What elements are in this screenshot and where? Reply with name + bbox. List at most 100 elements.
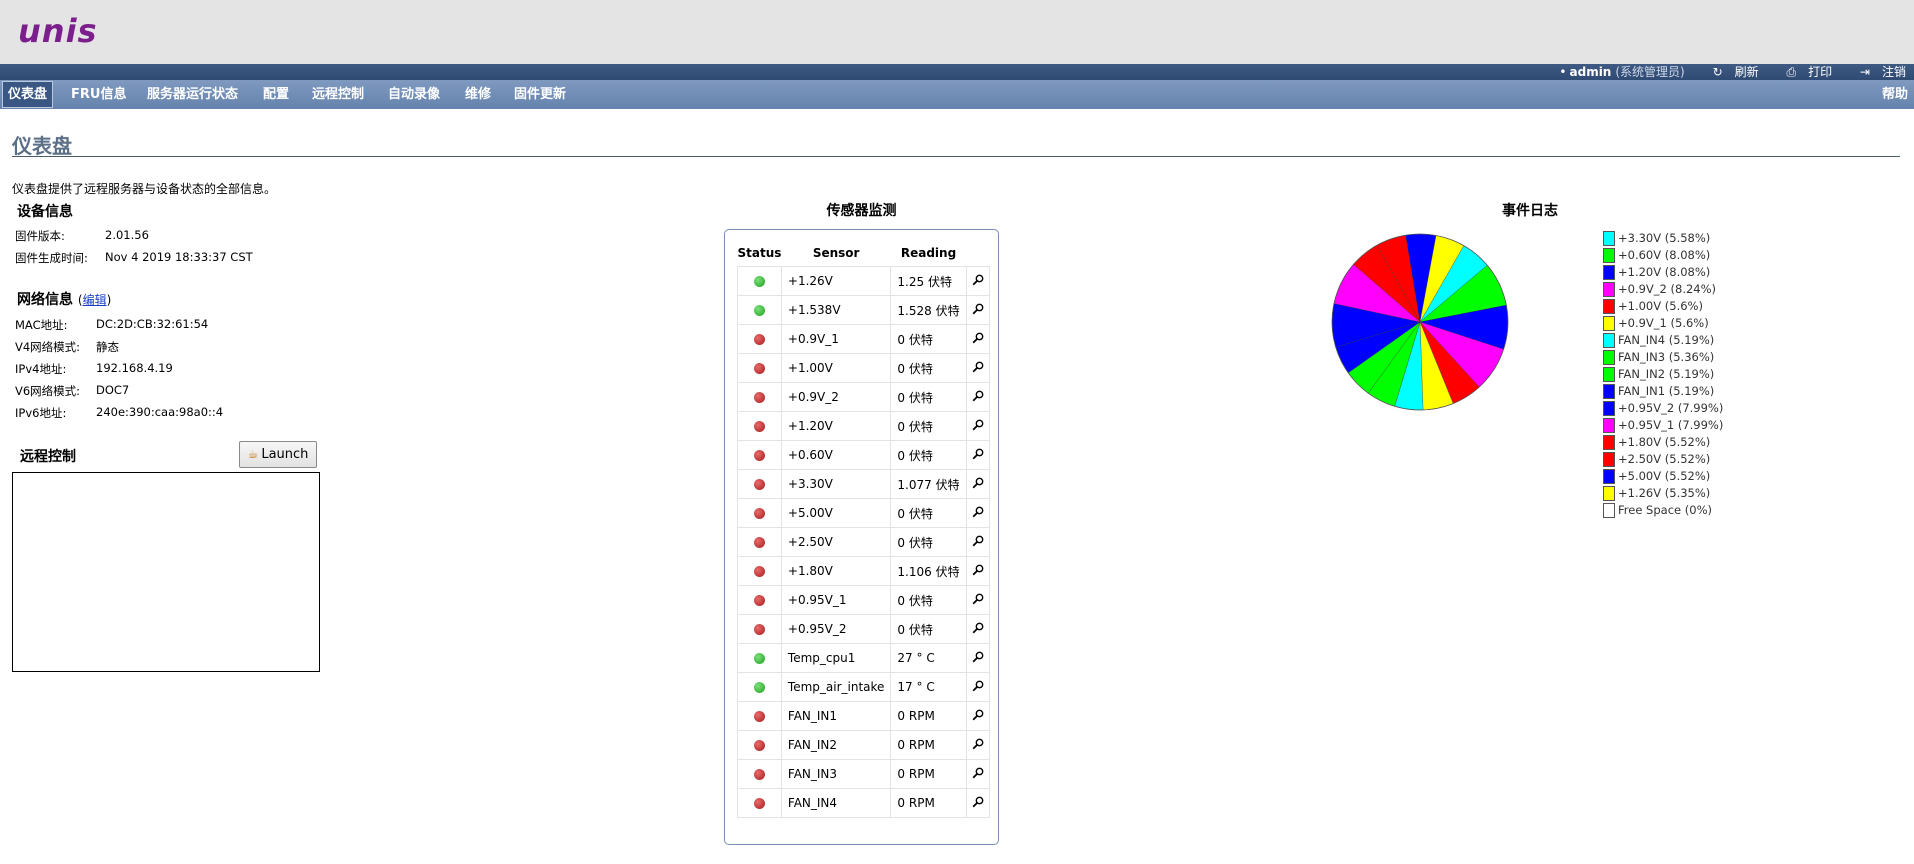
help-link[interactable]: 帮助 <box>1882 80 1908 109</box>
magnifier-icon <box>972 593 983 604</box>
refresh-icon: ↻ <box>1712 65 1723 79</box>
device-info-heading: 设备信息 <box>17 204 73 220</box>
status-error-icon <box>753 537 765 548</box>
sensor-row: FAN_IN1 0 RPM <box>737 701 990 731</box>
sensor-reading: 0 伏特 <box>890 324 967 354</box>
sensor-row: +1.00V 0 伏特 <box>737 353 990 383</box>
legend-item: +3.30V (5.58%) <box>1603 230 1723 247</box>
legend-label: FAN_IN1 (5.19%) <box>1618 384 1715 398</box>
sensor-row: FAN_IN2 0 RPM <box>737 730 990 760</box>
magnifier-icon <box>972 709 983 720</box>
menu-server-status[interactable]: 服务器运行状态 <box>147 80 238 109</box>
sensor-details-button[interactable] <box>965 788 990 818</box>
sensor-details-button[interactable] <box>965 469 990 499</box>
status-error-icon <box>753 711 765 722</box>
legend-label: FAN_IN2 (5.19%) <box>1618 367 1715 381</box>
sensor-name: +0.95V_1 <box>780 585 892 615</box>
sensor-reading: 0 RPM <box>890 701 967 731</box>
status-error-icon <box>753 508 765 519</box>
network-info-heading: 网络信息 (编辑) <box>17 292 112 308</box>
network-edit-link[interactable]: 编辑 <box>83 293 107 307</box>
sensor-details-button[interactable] <box>965 295 990 325</box>
legend-swatch <box>1603 435 1615 450</box>
sensor-panel: Status Sensor Reading +1.26V 1.25 伏特 +1.53… <box>724 229 999 845</box>
sensor-details-button[interactable] <box>965 643 990 673</box>
sensor-details-button[interactable] <box>965 411 990 441</box>
status-cell <box>737 672 782 702</box>
fw-build-label: 固件生成时间: <box>15 251 88 265</box>
magnifier-icon <box>972 796 983 807</box>
mac-value: DC:2D:CB:32:61:54 <box>96 317 209 331</box>
legend-item: +0.9V_1 (5.6%) <box>1603 315 1723 332</box>
legend-label: +1.20V (8.08%) <box>1618 265 1711 279</box>
remote-console-preview[interactable] <box>12 472 320 672</box>
sensor-name: +0.95V_2 <box>780 614 892 644</box>
sensor-details-button[interactable] <box>965 324 990 354</box>
legend-label: +0.95V_2 (7.99%) <box>1618 401 1724 415</box>
magnifier-icon <box>972 767 983 778</box>
sensor-details-button[interactable] <box>965 730 990 760</box>
menu-maintenance[interactable]: 维修 <box>465 80 491 109</box>
v4-mode-value: 静态 <box>96 340 119 354</box>
magnifier-icon <box>972 303 983 314</box>
refresh-link[interactable]: ↻ 刷新 <box>1701 65 1759 79</box>
menu-auto-recording[interactable]: 自动录像 <box>388 80 440 109</box>
legend-swatch <box>1603 469 1615 484</box>
sensor-details-button[interactable] <box>965 672 990 702</box>
sensor-details-button[interactable] <box>965 382 990 412</box>
sensor-details-button[interactable] <box>965 759 990 789</box>
menu-fru-info[interactable]: FRU信息 <box>71 80 126 109</box>
status-cell <box>737 469 782 499</box>
sensor-details-button[interactable] <box>965 556 990 586</box>
legend-label: +5.00V (5.52%) <box>1618 469 1711 483</box>
logout-link[interactable]: ⇥ 注销 <box>1848 65 1906 79</box>
sensor-name: +0.9V_1 <box>780 324 892 354</box>
sensor-reading: 0 RPM <box>890 788 967 818</box>
sensor-details-button[interactable] <box>965 614 990 644</box>
legend-swatch <box>1603 486 1615 501</box>
magnifier-icon <box>972 477 983 488</box>
user-role: (系统管理员) <box>1615 65 1685 79</box>
magnifier-icon <box>972 390 983 401</box>
ipv6-value: 240e:390:caa:98a0::4 <box>96 405 224 419</box>
status-ok-icon <box>753 653 765 664</box>
legend-item: +1.00V (5.6%) <box>1603 298 1723 315</box>
launch-button[interactable]: ☕ Launch <box>239 441 317 468</box>
sensor-details-button[interactable] <box>965 527 990 557</box>
magnifier-icon <box>972 506 983 517</box>
legend-item: FAN_IN1 (5.19%) <box>1603 383 1723 400</box>
sensor-details-button[interactable] <box>965 701 990 731</box>
sensor-details-button[interactable] <box>965 585 990 615</box>
v4-mode-label: V4网络模式: <box>15 340 81 354</box>
status-cell <box>737 759 782 789</box>
legend-item: FAN_IN2 (5.19%) <box>1603 366 1723 383</box>
status-error-icon <box>753 566 765 577</box>
mac-label: MAC地址: <box>15 318 68 332</box>
menu-firmware-update[interactable]: 固件更新 <box>514 80 566 109</box>
menu-configuration[interactable]: 配置 <box>263 80 289 109</box>
sensor-row: +0.95V_1 0 伏特 <box>737 585 990 615</box>
sensor-details-button[interactable] <box>965 440 990 470</box>
sensor-details-button[interactable] <box>965 266 990 296</box>
status-cell <box>737 440 782 470</box>
menu-remote-control[interactable]: 远程控制 <box>312 80 364 109</box>
main-menu: 仪表盘 FRU信息 服务器运行状态 配置 远程控制 自动录像 维修 固件更新 帮… <box>0 80 1914 109</box>
legend-swatch <box>1603 367 1615 382</box>
status-error-icon <box>753 363 765 374</box>
sensor-details-button[interactable] <box>965 498 990 528</box>
status-cell <box>737 701 782 731</box>
print-link[interactable]: ⎙ 打印 <box>1774 65 1832 79</box>
legend-swatch <box>1603 503 1615 518</box>
sensor-details-button[interactable] <box>965 353 990 383</box>
sensor-row: FAN_IN3 0 RPM <box>737 759 990 789</box>
legend-swatch <box>1603 282 1615 297</box>
status-error-icon <box>753 392 765 403</box>
legend-label: +0.9V_1 (5.6%) <box>1618 316 1709 330</box>
legend-label: Free Space (0%) <box>1618 503 1712 517</box>
sensor-name: Temp_cpu1 <box>780 643 892 673</box>
event-log-legend: +3.30V (5.58%) +0.60V (8.08%) +1.20V (8.08… <box>1603 230 1723 519</box>
status-header: Status <box>737 246 782 260</box>
menu-dashboard[interactable]: 仪表盘 <box>2 81 54 108</box>
sensor-reading: 0 伏特 <box>890 353 967 383</box>
status-error-icon <box>753 595 765 606</box>
